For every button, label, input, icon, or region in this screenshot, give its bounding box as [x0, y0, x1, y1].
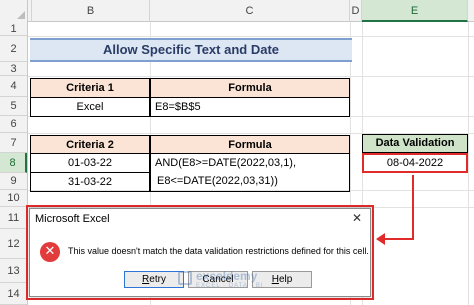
retry-label: etry [149, 274, 166, 285]
row-header-6[interactable]: 6 [0, 116, 27, 133]
retry-button[interactable]: Retry [124, 271, 184, 288]
row-header-10[interactable]: 10 [0, 190, 27, 207]
column-header-b[interactable]: B [32, 0, 150, 22]
row-header-9[interactable]: 9 [0, 173, 27, 190]
table2-date-end-cell[interactable]: 31-03-22 [30, 172, 150, 192]
row-header-12[interactable]: 12 [0, 229, 27, 259]
close-icon[interactable]: ✕ [352, 211, 362, 225]
table1-criteria-cell[interactable]: Excel [30, 97, 150, 117]
dialog-message: This value doesn't match the data valida… [68, 246, 369, 256]
watermark-logo: exceldemy EXCEL · DATA · BI [178, 268, 274, 294]
row-header-11[interactable]: 11 [0, 207, 27, 229]
gridline [28, 36, 474, 37]
table2-header-formula[interactable]: Formula [150, 135, 350, 154]
gridline [28, 76, 474, 77]
sheet-title-banner: Allow Specific Text and Date [30, 38, 352, 62]
row-header-1[interactable]: 1 [0, 22, 27, 36]
row-header-bar: 1 2 3 4 5 6 7 8 9 10 11 12 13 14 [0, 22, 28, 305]
callout-arrow-head-icon [376, 233, 385, 245]
row-header-3[interactable]: 3 [0, 62, 27, 76]
dialog-title-bar[interactable]: Microsoft Excel ✕ [30, 209, 370, 229]
help-label: elp [278, 274, 293, 285]
watermark-tagline: EXCEL · DATA · BI [196, 283, 264, 289]
table1-header-formula[interactable]: Formula [150, 78, 350, 98]
row-header-13[interactable]: 13 [0, 259, 27, 283]
column-header-bar: B C D E [0, 0, 474, 22]
row-header-5[interactable]: 5 [0, 97, 27, 116]
table2-formula-line1: AND(E8>=DATE(2022,03,1), [155, 157, 297, 169]
row-header-14[interactable]: 14 [0, 283, 27, 305]
row-header-4[interactable]: 4 [0, 76, 27, 97]
row-header-7[interactable]: 7 [0, 133, 27, 153]
error-icon: ✕ [40, 242, 60, 262]
data-validation-input-cell[interactable]: 08-04-2022 [362, 153, 468, 173]
table2-formula-line2: E8<=DATE(2022,03,31)) [157, 175, 278, 187]
column-header-d[interactable]: D [350, 0, 362, 22]
column-header-c[interactable]: C [150, 0, 350, 22]
watermark-name: exceldemy [196, 269, 258, 283]
column-header-e[interactable]: E [362, 0, 468, 22]
row-header-8[interactable]: 8 [0, 153, 27, 173]
select-all-triangle-icon [17, 11, 25, 19]
table2-formula-cell[interactable]: AND(E8>=DATE(2022,03,1), E8<=DATE(2022,0… [150, 153, 350, 192]
select-all-corner[interactable] [0, 0, 28, 22]
table2-date-start-cell[interactable]: 01-03-22 [30, 153, 150, 173]
callout-arrow-line [412, 175, 414, 239]
dialog-title: Microsoft Excel [35, 213, 110, 225]
watermark-icon [178, 271, 192, 285]
gridline [468, 22, 469, 305]
callout-arrow-line [384, 238, 414, 240]
data-validation-header[interactable]: Data Validation [362, 134, 468, 153]
table1-formula-cell[interactable]: E8=$B$5 [150, 97, 350, 117]
table2-header-criteria[interactable]: Criteria 2 [30, 135, 150, 154]
table1-header-criteria[interactable]: Criteria 1 [30, 78, 150, 98]
row-header-2[interactable]: 2 [0, 36, 27, 62]
